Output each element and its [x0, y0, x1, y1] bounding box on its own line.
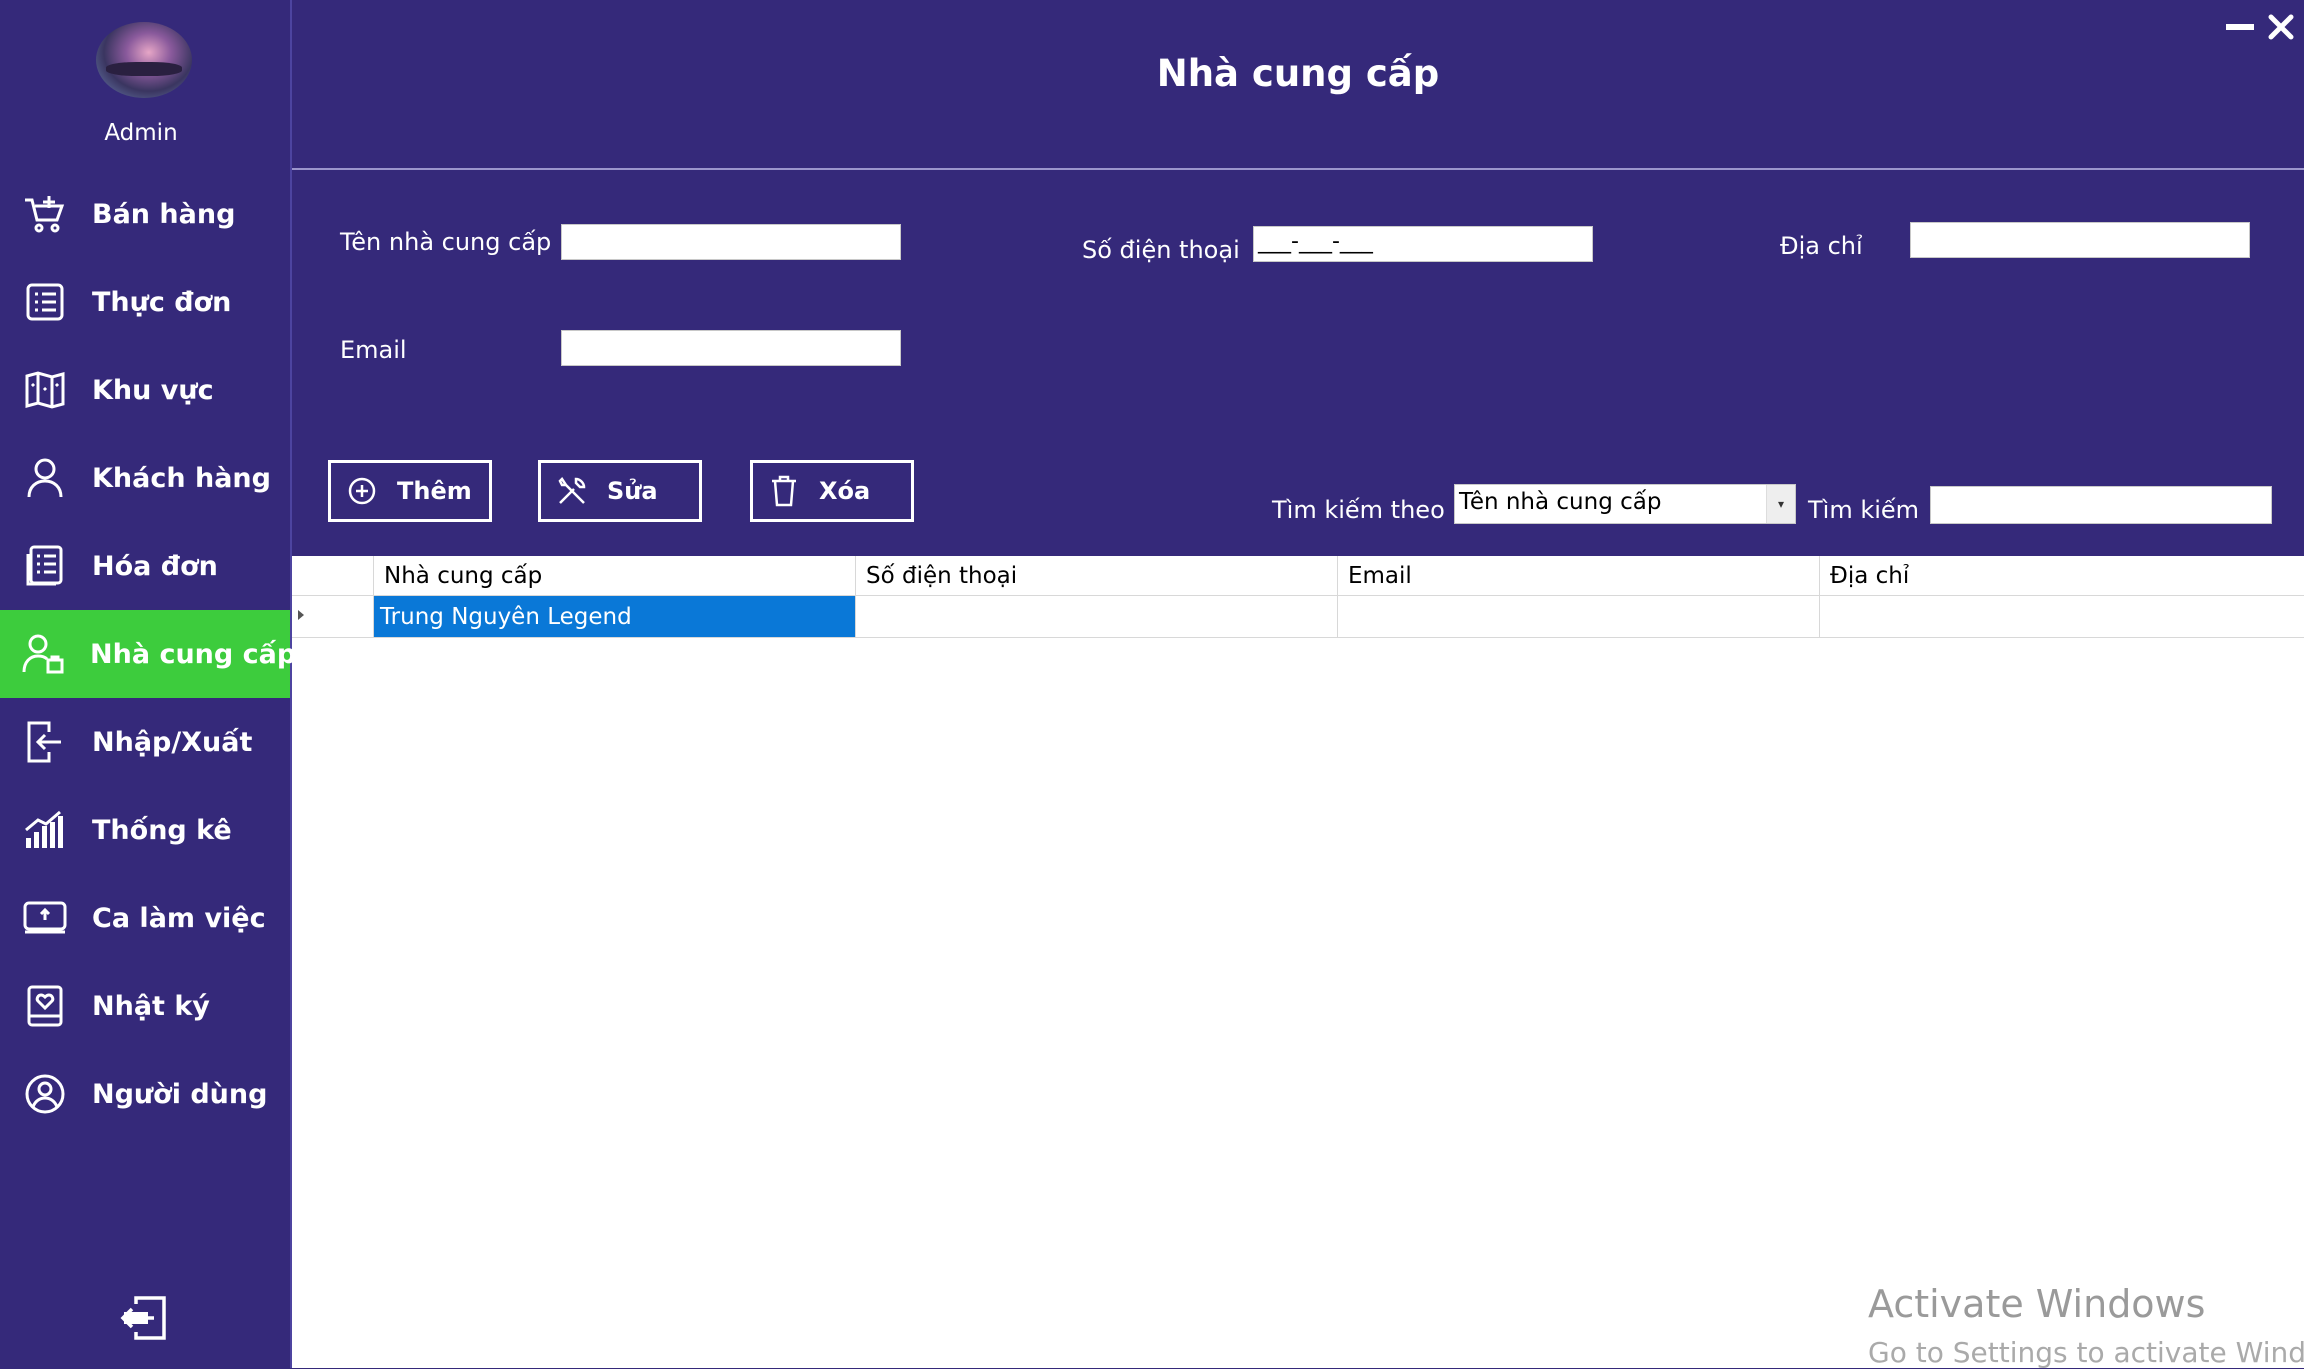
sidebar-item-label: Thực đơn [92, 286, 232, 318]
sidebar-item-label: Khách hàng [92, 462, 271, 494]
journal-icon [22, 983, 68, 1029]
user-name: Admin [104, 120, 178, 146]
map-icon [22, 367, 68, 413]
page-title: Nhà cung cấp [1156, 52, 1440, 95]
trash-icon [767, 474, 801, 508]
bar-chart-icon [22, 807, 68, 853]
email-label: Email [340, 336, 407, 364]
search-label: Tìm kiếm [1808, 496, 1920, 524]
column-header[interactable]: Số điện thoại [856, 556, 1338, 596]
tools-icon [555, 474, 589, 508]
row-indicator-icon [298, 610, 304, 620]
sidebar-item-label: Thống kê [92, 814, 232, 846]
chevron-down-icon[interactable]: ▾ [1766, 485, 1795, 523]
sidebar-item-thong-ke[interactable]: Thống kê [0, 786, 290, 874]
search-by-value: Tên nhà cung cấp [1459, 489, 1662, 515]
sidebar-item-nhat-ky[interactable]: Nhật ký [0, 962, 290, 1050]
table-cell[interactable]: Trung Nguyên Legend [374, 596, 856, 638]
invoice-icon [22, 543, 68, 589]
activate-windows-title: Activate Windows [1868, 1282, 2206, 1326]
user-circle-icon [22, 1071, 68, 1117]
sidebar-item-nhap-xuat[interactable]: Nhập/Xuất [0, 698, 290, 786]
plus-circle-icon [345, 474, 379, 508]
sidebar-item-label: Ca làm việc [92, 902, 266, 934]
person-icon [22, 455, 68, 501]
main-panel: Nhà cung cấp Tên nhà cung cấp Số điện th… [292, 0, 2304, 1369]
search-input[interactable] [1930, 486, 2272, 524]
sidebar-item-label: Nhập/Xuất [92, 726, 253, 758]
import-export-icon [22, 719, 68, 765]
sidebar-item-label: Nhà cung cấp [90, 638, 297, 670]
supplier-table[interactable]: Nhà cung cấp Số điện thoại Email Địa chỉ… [292, 556, 2304, 1368]
close-icon[interactable] [2266, 12, 2296, 42]
sidebar-item-nha-cung-cap[interactable]: Nhà cung cấp [0, 610, 296, 698]
supplier-icon [22, 631, 66, 677]
supplier-name-label: Tên nhà cung cấp [340, 228, 552, 256]
row-header[interactable] [292, 596, 374, 638]
add-button-label: Thêm [397, 477, 472, 505]
sidebar-item-khu-vuc[interactable]: Khu vực [0, 346, 290, 434]
address-input[interactable] [1910, 222, 2250, 258]
supplier-name-input[interactable] [561, 224, 901, 260]
title-bar: Nhà cung cấp [292, 0, 2304, 170]
sidebar: Admin Bán hàng Thực đơn Khu vực Khách hà… [0, 0, 296, 1368]
email-input[interactable] [561, 330, 901, 366]
edit-button[interactable]: Sửa [538, 460, 702, 522]
search-by-label: Tìm kiếm theo [1272, 496, 1445, 524]
sidebar-item-ban-hang[interactable]: Bán hàng [0, 170, 290, 258]
delete-button[interactable]: Xóa [750, 460, 914, 522]
sidebar-item-nguoi-dung[interactable]: Người dùng [0, 1050, 290, 1138]
column-header[interactable]: Email [1338, 556, 1820, 596]
phone-input[interactable]: ___-___-___ [1253, 226, 1593, 262]
sidebar-item-label: Bán hàng [92, 198, 236, 230]
sidebar-item-ca-lam-viec[interactable]: Ca làm việc [0, 874, 290, 962]
sidebar-item-label: Hóa đơn [92, 550, 218, 582]
laptop-icon [22, 895, 68, 941]
row-header-corner [292, 556, 374, 596]
address-label: Địa chỉ [1780, 232, 1863, 260]
table-cell[interactable] [1820, 596, 2304, 638]
cart-icon [22, 191, 68, 237]
column-header[interactable]: Nhà cung cấp [374, 556, 856, 596]
sidebar-item-thuc-don[interactable]: Thực đơn [0, 258, 290, 346]
search-by-select[interactable]: Tên nhà cung cấp ▾ [1454, 484, 1796, 524]
column-header[interactable]: Địa chỉ [1820, 556, 2304, 596]
phone-mask: ___-___-___ [1258, 229, 1373, 254]
phone-label: Số điện thoại [1082, 236, 1240, 264]
menu-list-icon [22, 279, 68, 325]
table-cell[interactable] [1338, 596, 1820, 638]
delete-button-label: Xóa [819, 477, 871, 505]
table-cell[interactable] [856, 596, 1338, 638]
activate-windows-subtitle: Go to Settings to activate Windows. [1868, 1336, 2304, 1369]
avatar[interactable] [96, 22, 192, 98]
sidebar-item-khach-hang[interactable]: Khách hàng [0, 434, 290, 522]
sidebar-item-label: Người dùng [92, 1078, 268, 1110]
sidebar-item-label: Nhật ký [92, 990, 210, 1022]
edit-button-label: Sửa [607, 477, 658, 505]
sidebar-item-label: Khu vực [92, 374, 214, 406]
logout-icon[interactable] [120, 1294, 168, 1342]
add-button[interactable]: Thêm [328, 460, 492, 522]
sidebar-item-hoa-don[interactable]: Hóa đơn [0, 522, 290, 610]
minimize-icon[interactable] [2226, 24, 2254, 30]
